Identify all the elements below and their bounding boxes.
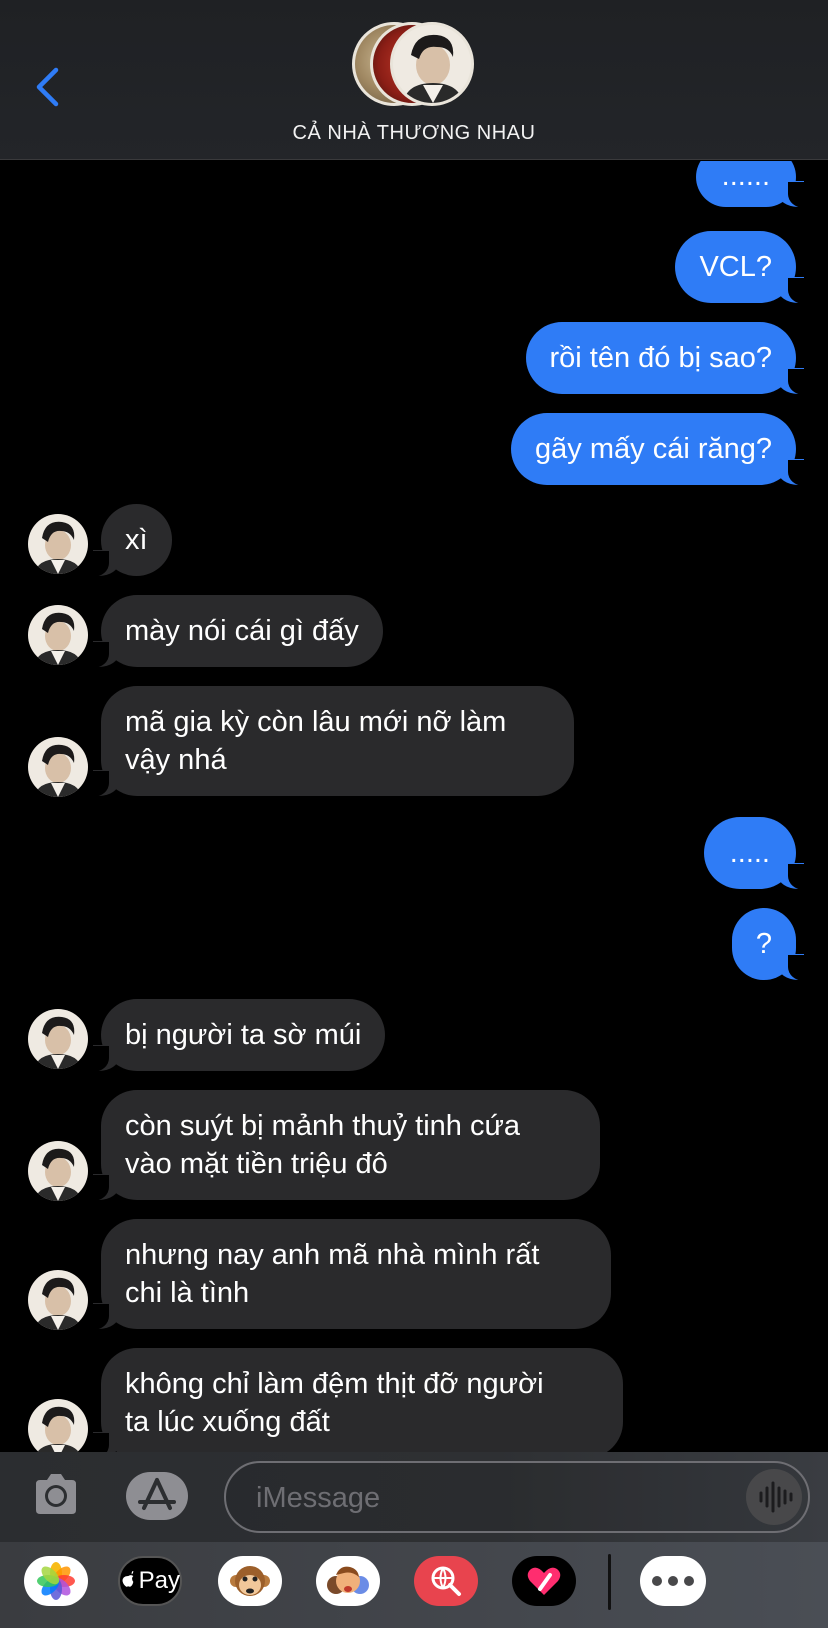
sender-avatar[interactable] — [28, 605, 88, 665]
heart-touch-icon — [527, 1567, 561, 1595]
chevron-left-icon — [36, 67, 59, 107]
message-text: ...... — [721, 161, 770, 192]
message-text: mày nói cái gì đấy — [125, 615, 359, 647]
apple-pay-app-button[interactable]: Pay — [118, 1556, 182, 1606]
ellipsis-icon — [652, 1576, 694, 1586]
outgoing-message: ? — [0, 908, 806, 981]
message-text-line: còn suýt bị mảnh thuỷ tinh cứa — [125, 1110, 521, 1142]
voice-message-button[interactable] — [746, 1469, 802, 1525]
incoming-message: còn suýt bị mảnh thuỷ tinh cứa vào mặt t… — [28, 1090, 788, 1202]
message-text: rồi tên đó bị sao? — [549, 342, 772, 374]
message-text: ? — [755, 928, 773, 960]
message-bubble[interactable]: không chỉ làm đệm thịt đỡ người ta lúc x… — [91, 1348, 623, 1452]
back-button[interactable] — [30, 62, 70, 112]
sender-avatar[interactable] — [28, 514, 88, 574]
outgoing-message: ..... — [0, 817, 806, 890]
incoming-message: mày nói cái gì đấy — [28, 595, 788, 668]
message-bubble[interactable]: xì — [91, 504, 172, 577]
animoji-monkey-icon — [230, 1566, 270, 1596]
outgoing-message: rồi tên đó bị sao? — [0, 322, 806, 395]
message-text: xì — [125, 524, 148, 556]
app-drawer: Pay — [0, 1542, 828, 1628]
conversation-title[interactable]: CẢ NHÀ THƯƠNG NHAU — [0, 122, 828, 145]
app-store-icon — [138, 1478, 176, 1510]
message-text-line: nhưng nay anh mã nhà mình rất — [125, 1239, 540, 1271]
outgoing-message: VCL? — [0, 231, 806, 304]
message-bubble[interactable]: ? — [732, 908, 806, 981]
outgoing-message: gãy mấy cái răng? — [0, 413, 806, 486]
compose-bar — [0, 1452, 828, 1542]
message-bubble[interactable]: mã gia kỳ còn lâu mới nỡ làm vậy nhá — [91, 686, 574, 797]
drawer-divider — [608, 1554, 611, 1610]
photos-app-button[interactable] — [24, 1556, 88, 1606]
sender-avatar[interactable] — [28, 1009, 88, 1069]
message-text-line: vậy nhá — [125, 744, 227, 776]
photos-app-icon — [37, 1562, 75, 1600]
digital-touch-app-button[interactable] — [512, 1556, 576, 1606]
sender-avatar[interactable] — [28, 1141, 88, 1201]
group-member-avatar — [390, 22, 474, 106]
message-text-line: không chỉ làm đệm thịt đỡ người — [125, 1368, 544, 1400]
incoming-message: bị người ta sờ múi — [28, 999, 788, 1072]
image-search-app-button[interactable] — [414, 1556, 478, 1606]
incoming-message: nhưng nay anh mã nhà mình rất chi là tìn… — [28, 1219, 788, 1331]
incoming-message: xì — [28, 504, 788, 577]
message-text-line: vào mặt tiền triệu đô — [125, 1148, 388, 1180]
globe-search-icon — [431, 1566, 461, 1596]
message-bubble[interactable]: rồi tên đó bị sao? — [525, 322, 806, 395]
animoji-app-button[interactable] — [218, 1556, 282, 1606]
camera-icon — [36, 1474, 76, 1514]
message-bubble[interactable]: ..... — [703, 817, 806, 890]
more-apps-button[interactable] — [640, 1556, 706, 1606]
imessage-input[interactable] — [256, 1477, 726, 1519]
message-text: bị người ta sờ múi — [125, 1019, 362, 1051]
outgoing-message: ...... — [0, 161, 806, 208]
app-store-button[interactable] — [126, 1472, 188, 1520]
sender-avatar[interactable] — [28, 737, 88, 797]
incoming-message: mã gia kỳ còn lâu mới nỡ làm vậy nhá — [28, 686, 788, 798]
apple-pay-label: Pay — [138, 1567, 180, 1594]
sender-avatar[interactable] — [28, 1270, 88, 1330]
message-bubble[interactable]: ...... — [695, 161, 806, 208]
message-text-line: ta lúc xuống đất — [125, 1406, 330, 1438]
message-bubble[interactable]: gãy mấy cái răng? — [511, 413, 806, 486]
message-text: gãy mấy cái răng? — [535, 433, 772, 465]
message-bubble[interactable]: mày nói cái gì đấy — [91, 595, 383, 668]
message-bubble[interactable]: nhưng nay anh mã nhà mình rất chi là tìn… — [91, 1219, 611, 1330]
message-text-line: mã gia kỳ còn lâu mới nỡ làm — [125, 706, 507, 738]
memoji-app-button[interactable] — [316, 1556, 380, 1606]
message-input-field[interactable] — [224, 1461, 810, 1533]
sender-avatar[interactable] — [28, 1399, 88, 1452]
message-list[interactable]: ...... VCL? rồi tên đó bị sao? gãy mấy c… — [0, 161, 828, 1452]
apple-logo-icon — [122, 1571, 134, 1587]
message-text-line: chi là tình — [125, 1277, 250, 1309]
conversation-header: CẢ NHÀ THƯƠNG NHAU — [0, 0, 828, 160]
message-text: VCL? — [699, 251, 772, 283]
message-bubble[interactable]: bị người ta sờ múi — [91, 999, 386, 1072]
message-text: ..... — [729, 837, 770, 869]
memoji-stickers-icon — [327, 1566, 369, 1594]
waveform-icon — [759, 1481, 793, 1513]
incoming-message: không chỉ làm đệm thịt đỡ người ta lúc x… — [28, 1348, 788, 1452]
camera-button[interactable] — [32, 1472, 80, 1518]
message-bubble[interactable]: VCL? — [675, 231, 806, 304]
message-bubble[interactable]: còn suýt bị mảnh thuỷ tinh cứa vào mặt t… — [91, 1090, 600, 1201]
group-avatar-stack[interactable] — [352, 22, 476, 108]
